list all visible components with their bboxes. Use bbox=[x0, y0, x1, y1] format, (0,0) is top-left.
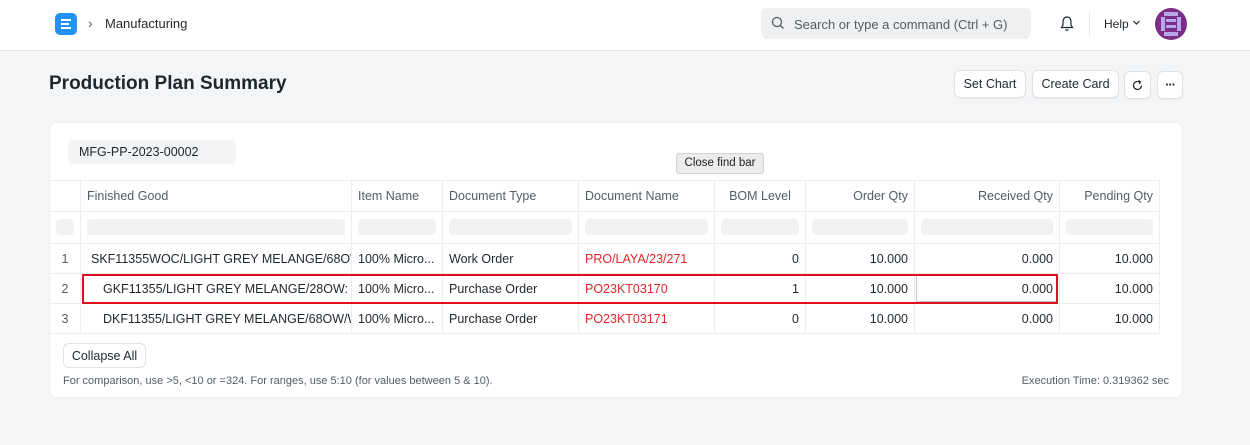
pending-qty-cell[interactable]: 10.000 bbox=[1060, 274, 1160, 303]
navbar: › Manufacturing Search or type a command… bbox=[0, 0, 1250, 51]
finished-good-cell[interactable]: SKF11355WOC/LIGHT GREY MELANGE/68OW/WO bbox=[81, 244, 352, 273]
more-options-button[interactable]: ··· bbox=[1157, 71, 1183, 99]
execution-time: Execution Time: 0.319362 sec bbox=[1021, 375, 1169, 387]
bom-level-cell[interactable]: 0 bbox=[715, 304, 806, 333]
row-number-header bbox=[50, 181, 81, 211]
set-chart-button[interactable]: Set Chart bbox=[954, 70, 1026, 98]
column-header-bom-level[interactable]: BOM Level bbox=[715, 181, 806, 211]
close-find-bar-tooltip: Close find bar bbox=[676, 153, 764, 174]
search-bar[interactable]: Search or type a command (Ctrl + G) bbox=[761, 8, 1031, 39]
received-qty-cell[interactable]: 0.000 bbox=[915, 304, 1060, 333]
document-type-cell[interactable]: Work Order bbox=[443, 244, 579, 273]
filter-hint-text: For comparison, use >5, <10 or =324. For… bbox=[63, 375, 493, 387]
search-input[interactable]: Search or type a command (Ctrl + G) bbox=[794, 17, 1008, 32]
order-qty-cell[interactable]: 10.000 bbox=[806, 304, 915, 333]
column-header-pending-qty[interactable]: Pending Qty bbox=[1060, 181, 1160, 211]
chevron-right-icon: › bbox=[88, 15, 93, 31]
finished-good-text: SKF11355WOC/LIGHT GREY MELANGE/68OW/WO bbox=[91, 251, 351, 266]
avatar-pattern-icon bbox=[1161, 12, 1181, 36]
filter-item-name-input[interactable] bbox=[352, 212, 443, 243]
help-menu[interactable]: Help bbox=[1104, 17, 1129, 31]
filter-bom-level-input[interactable] bbox=[715, 212, 806, 243]
row-number: 2 bbox=[50, 274, 81, 303]
navbar-divider bbox=[1089, 12, 1090, 36]
filter-document-name-input[interactable] bbox=[579, 212, 715, 243]
table-row[interactable]: 1 SKF11355WOC/LIGHT GREY MELANGE/68OW/WO… bbox=[50, 244, 1160, 274]
filter-order-qty-input[interactable] bbox=[806, 212, 915, 243]
refresh-icon bbox=[1132, 79, 1143, 90]
document-name-link[interactable]: PRO/LAYA/23/271 bbox=[579, 244, 715, 273]
notification-bell-icon[interactable] bbox=[1059, 15, 1075, 32]
production-plan-filter[interactable]: MFG-PP-2023-00002 bbox=[68, 140, 236, 164]
create-card-button[interactable]: Create Card bbox=[1032, 70, 1119, 98]
pending-qty-cell[interactable]: 10.000 bbox=[1060, 304, 1160, 333]
column-filter-row bbox=[50, 212, 1160, 244]
filter-received-qty-input[interactable] bbox=[915, 212, 1060, 243]
collapse-all-button[interactable]: Collapse All bbox=[63, 343, 146, 368]
filter-finished-good-input[interactable] bbox=[81, 212, 352, 243]
breadcrumb[interactable]: Manufacturing bbox=[105, 16, 187, 31]
filter-cell bbox=[50, 212, 81, 243]
filter-document-type-input[interactable] bbox=[443, 212, 579, 243]
search-icon bbox=[771, 16, 784, 29]
table-row[interactable]: 3 DKF11355/LIGHT GREY MELANGE/68OW/WO 10… bbox=[50, 304, 1160, 334]
column-header-document-type[interactable]: Document Type bbox=[443, 181, 579, 211]
row-number: 3 bbox=[50, 304, 81, 333]
finished-good-cell[interactable]: DKF11355/LIGHT GREY MELANGE/68OW/WO bbox=[81, 304, 352, 333]
received-qty-cell[interactable]: 0.000 bbox=[915, 244, 1060, 273]
row-number: 1 bbox=[50, 244, 81, 273]
document-name-link[interactable]: PO23KT03171 bbox=[579, 304, 715, 333]
order-qty-cell[interactable]: 10.000 bbox=[806, 244, 915, 273]
row-highlight-box bbox=[82, 274, 1058, 304]
bom-level-cell[interactable]: 0 bbox=[715, 244, 806, 273]
table-header-row: Finished Good Item Name Document Type Do… bbox=[50, 180, 1160, 212]
document-type-cell[interactable]: Purchase Order bbox=[443, 304, 579, 333]
chevron-down-icon[interactable] bbox=[1132, 18, 1141, 27]
item-name-cell[interactable]: 100% Micro... bbox=[352, 244, 443, 273]
column-header-order-qty[interactable]: Order Qty bbox=[806, 181, 915, 211]
filter-pending-qty-input[interactable] bbox=[1060, 212, 1160, 243]
app-logo-icon[interactable] bbox=[55, 13, 77, 35]
column-header-received-qty[interactable]: Received Qty bbox=[915, 181, 1060, 211]
column-header-document-name[interactable]: Document Name bbox=[579, 181, 715, 211]
report-card: MFG-PP-2023-00002 Close find bar Finishe… bbox=[49, 122, 1183, 398]
user-avatar[interactable] bbox=[1155, 8, 1187, 40]
column-header-item-name[interactable]: Item Name bbox=[352, 181, 443, 211]
item-name-cell[interactable]: 100% Micro... bbox=[352, 304, 443, 333]
page-title: Production Plan Summary bbox=[49, 73, 287, 94]
column-header-finished-good[interactable]: Finished Good bbox=[81, 181, 352, 211]
pending-qty-cell[interactable]: 10.000 bbox=[1060, 244, 1160, 273]
refresh-button[interactable] bbox=[1124, 71, 1151, 99]
